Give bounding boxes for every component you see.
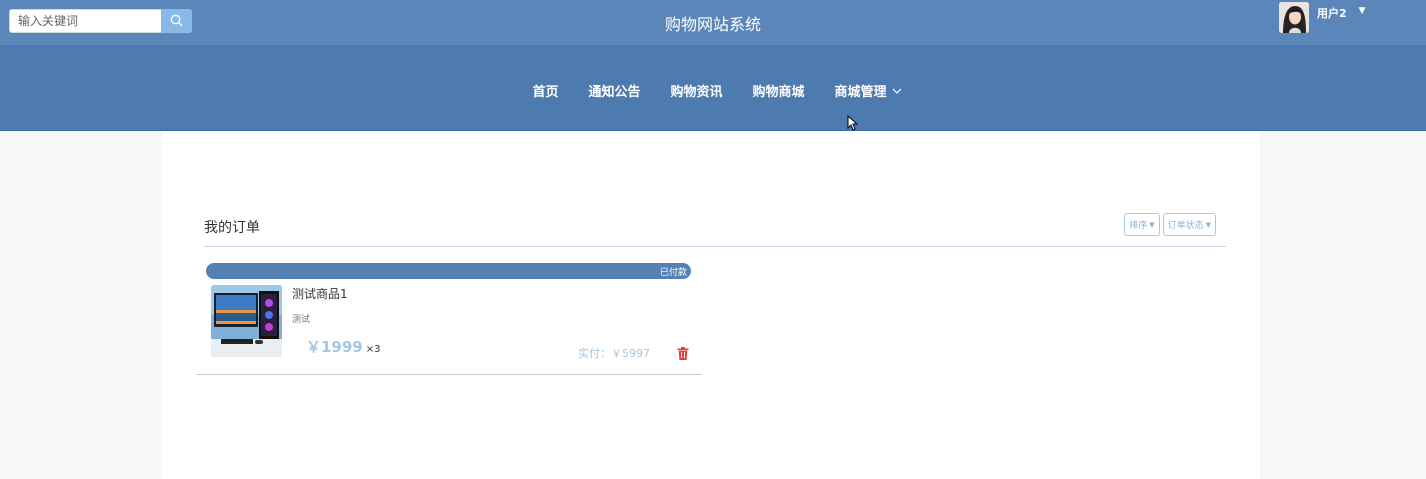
price-line: ￥1999 ×3 bbox=[306, 336, 381, 357]
search-box bbox=[9, 9, 192, 33]
caret-down-icon[interactable]: ▼ bbox=[1359, 6, 1366, 16]
avatar[interactable] bbox=[1279, 2, 1309, 33]
user-menu[interactable]: 用户2 ▼ bbox=[1279, 2, 1366, 33]
page-title: 我的订单 bbox=[204, 220, 260, 236]
filter-group: 排序 ▼ 订单状态 ▼ bbox=[1121, 213, 1216, 236]
product-image[interactable] bbox=[211, 285, 282, 357]
nav-list: 首页 通知公告 购物资讯 购物商城 商城管理 bbox=[0, 81, 1426, 100]
nav-item-label: 通知公告 bbox=[588, 85, 641, 100]
search-input[interactable] bbox=[9, 9, 161, 33]
order-status-button[interactable]: 订单状态 ▼ bbox=[1162, 213, 1216, 236]
quantity: ×3 bbox=[365, 344, 381, 355]
caret-down-icon: ▼ bbox=[1205, 220, 1211, 229]
status-badge: 已付款 bbox=[659, 268, 687, 278]
order-status-button-label: 订单状态 bbox=[1167, 221, 1204, 231]
site-title: 购物网站系统 bbox=[664, 15, 761, 34]
unit-price: ￥1999 bbox=[306, 338, 363, 356]
nav-item-news[interactable]: 购物资讯 bbox=[670, 81, 722, 100]
paid-total: 实付：￥5997 bbox=[578, 347, 650, 360]
nav-item-label: 首页 bbox=[532, 85, 559, 100]
sort-button-label: 排序 bbox=[1129, 221, 1148, 231]
chevron-down-icon bbox=[892, 83, 902, 98]
product-name[interactable]: 测试商品1 bbox=[292, 285, 348, 302]
nav-item-shop-admin[interactable]: 商城管理 bbox=[835, 81, 902, 100]
top-bar: 购物网站系统 用户2 ▼ bbox=[0, 0, 1426, 45]
search-button[interactable] bbox=[161, 9, 192, 33]
user-name[interactable]: 用户2 bbox=[1317, 5, 1347, 21]
main-nav: 首页 通知公告 购物资讯 购物商城 商城管理 bbox=[0, 45, 1426, 131]
nav-item-home[interactable]: 首页 bbox=[532, 81, 558, 100]
orders-header: 我的订单 排序 ▼ 订单状态 ▼ bbox=[204, 213, 1226, 247]
order-card: 已付款 测试商品1 测试 ￥1999 ×3 实付：￥5997 bbox=[196, 263, 702, 375]
nav-item-notices[interactable]: 通知公告 bbox=[588, 81, 640, 100]
nav-item-shop[interactable]: 购物商城 bbox=[753, 81, 805, 100]
product-description: 测试 bbox=[292, 315, 311, 325]
nav-item-label: 购物商城 bbox=[752, 85, 805, 100]
status-bar: 已付款 bbox=[206, 263, 691, 279]
search-icon bbox=[170, 12, 183, 31]
main-content: 我的订单 排序 ▼ 订单状态 ▼ 已付款 测试商品1 测试 ￥1999 ×3 实… bbox=[162, 131, 1260, 479]
sort-button[interactable]: 排序 ▼ bbox=[1124, 213, 1160, 236]
delete-order-button[interactable] bbox=[677, 345, 689, 364]
trash-icon bbox=[677, 345, 689, 364]
nav-item-label: 购物资讯 bbox=[670, 85, 723, 100]
nav-item-label: 商城管理 bbox=[834, 85, 887, 100]
caret-down-icon: ▼ bbox=[1149, 220, 1155, 229]
